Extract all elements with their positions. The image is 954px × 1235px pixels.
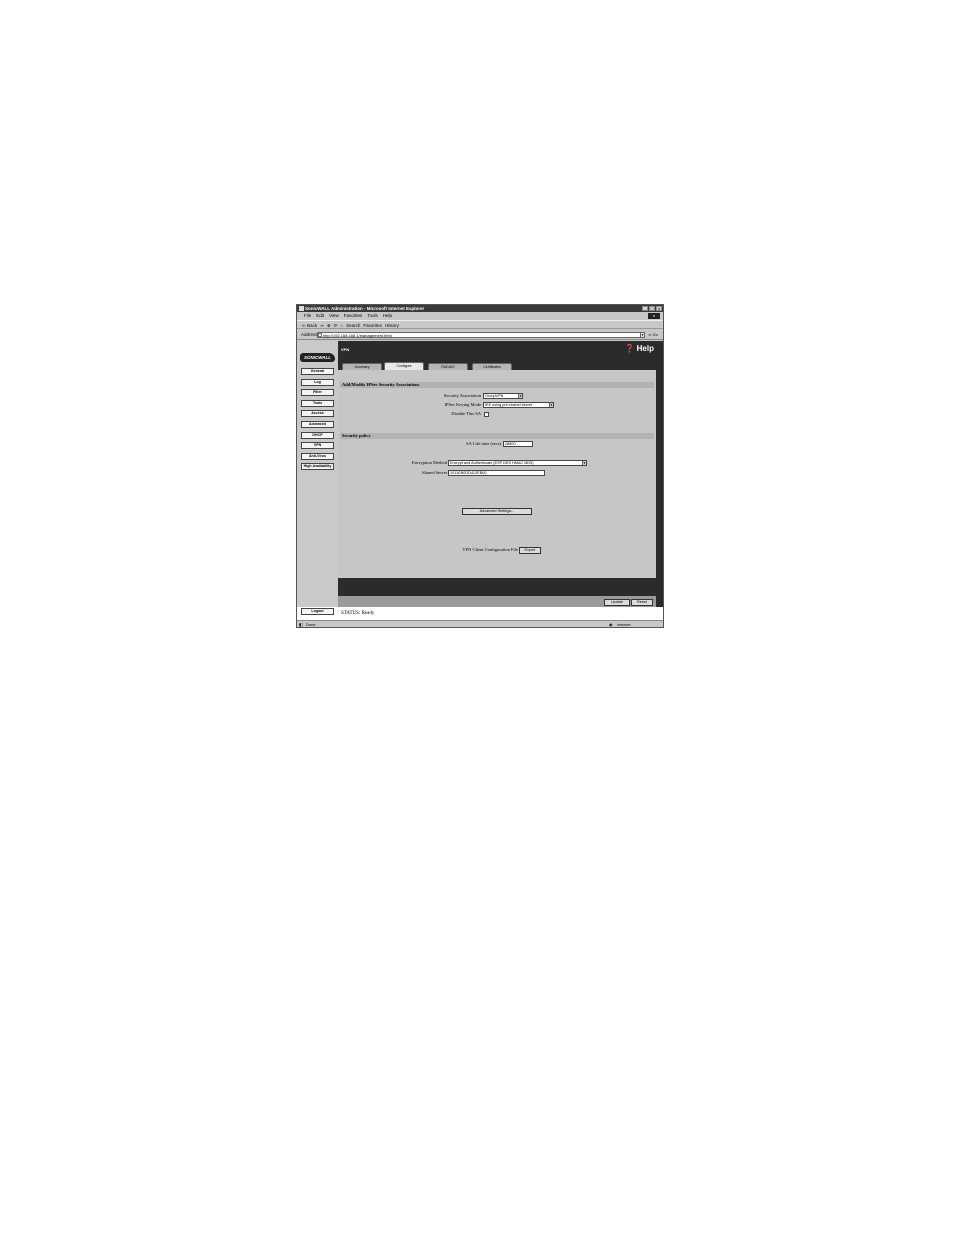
lifetime-label: SA Life time (secs)	[466, 441, 501, 446]
menu-view[interactable]: View	[329, 312, 339, 319]
disable-sa-checkbox[interactable]	[484, 412, 489, 417]
stop-icon[interactable]: ⊗	[327, 321, 331, 328]
address-input[interactable]: http://192.168.168.1/management.html	[317, 332, 645, 338]
sidebar-item-log[interactable]: Log	[301, 379, 334, 386]
close-button[interactable]: ×	[656, 306, 662, 311]
shared-secret-input[interactable]: 1011EB0DD412EB00	[448, 470, 545, 476]
chevron-down-icon: ▼	[582, 461, 586, 465]
minimize-button[interactable]: _	[642, 306, 648, 311]
maximize-button[interactable]: □	[649, 306, 655, 311]
page-icon	[318, 333, 322, 337]
address-url: http://192.168.168.1/management.html	[323, 333, 392, 338]
menu-file[interactable]: File	[304, 312, 311, 319]
sidebar-item-advanced[interactable]: Advanced	[301, 421, 334, 428]
browser-window: SonicWALL Administration - Microsoft Int…	[296, 304, 664, 628]
update-button[interactable]: Update	[604, 599, 630, 606]
home-icon[interactable]: ⌂	[340, 321, 343, 328]
window-controls: _ □ ×	[642, 306, 662, 311]
window-title: SonicWALL Administration - Microsoft Int…	[305, 306, 425, 311]
search-button[interactable]: Search	[346, 321, 360, 328]
done-icon: ◧	[299, 622, 303, 627]
security-association-value: GroupVPN	[485, 394, 504, 398]
status-text: STATUS: Ready	[341, 611, 375, 616]
export-button[interactable]: Export	[519, 547, 541, 554]
sidebar: SONICWALL General Log Filter Tools Acces…	[297, 341, 338, 620]
refresh-icon[interactable]: ⟳	[334, 321, 338, 328]
sidebar-item-vpn[interactable]: VPN	[301, 442, 334, 449]
encryption-method-select[interactable]: Encrypt and Authenticate (ESP DES HMAC M…	[448, 460, 587, 466]
sidebar-item-anti-virus[interactable]: Anti-Virus	[301, 453, 334, 460]
security-association-select[interactable]: GroupVPN ▼	[483, 393, 523, 399]
chevron-down-icon: ▼	[549, 403, 553, 407]
go-label: Go	[652, 332, 658, 337]
help-link[interactable]: ❓ Help	[624, 344, 654, 353]
tab-radius[interactable]: RADIUS	[428, 363, 468, 370]
policy-section-header: Security policy	[340, 433, 654, 439]
chevron-down-icon: ▼	[518, 394, 522, 398]
forward-button[interactable]: ⇒	[320, 321, 324, 328]
encryption-method-label: Encryption Method	[411, 460, 447, 465]
address-bar: Address http://192.168.168.1/management.…	[297, 330, 663, 340]
keying-mode-select[interactable]: IKE using pre-shared secret ▼	[483, 402, 554, 408]
sidebar-item-dhcp[interactable]: DHCP	[301, 432, 334, 439]
ie-app-icon	[299, 306, 304, 311]
menu-bar: File Edit View Favorites Tools Help	[297, 312, 663, 319]
client-config-label: VPN Client Configuration File	[462, 547, 518, 552]
help-label: Help	[636, 344, 654, 353]
back-button[interactable]: ⇐ Back	[302, 321, 317, 328]
security-association-label: Security Association	[443, 393, 481, 398]
sonicwall-logo: SONICWALL	[300, 353, 335, 362]
page-title: VPN	[341, 347, 350, 352]
keying-mode-label: IPSec Keying Mode	[444, 402, 482, 407]
disable-sa-label: Disable This SA	[451, 411, 481, 416]
menu-edit[interactable]: Edit	[316, 312, 324, 319]
configure-panel: Add/Modify IPSec Security Associations S…	[338, 370, 656, 608]
zone-label: Internet	[617, 622, 631, 627]
sidebar-item-tools[interactable]: Tools	[301, 400, 334, 407]
tab-summary[interactable]: Summary	[342, 363, 382, 370]
browser-toolbar: ⇐ Back ⇒ ⊗ ⟳ ⌂ Search Favorites History	[297, 320, 663, 329]
browser-status-bar: ◧ Done ◉ Internet	[297, 620, 663, 627]
sa-section-header: Add/Modify IPSec Security Associations	[340, 382, 654, 388]
history-button[interactable]: History	[385, 321, 399, 328]
encryption-method-value: Encrypt and Authenticate (ESP DES HMAC M…	[450, 461, 534, 465]
sidebar-item-general[interactable]: General	[301, 368, 334, 375]
menu-help[interactable]: Help	[383, 312, 392, 319]
page-content: SONICWALL General Log Filter Tools Acces…	[297, 341, 663, 620]
reset-button[interactable]: Reset	[631, 599, 653, 606]
menu-tools[interactable]: Tools	[367, 312, 378, 319]
address-label: Address	[301, 332, 318, 337]
internet-zone-icon: ◉	[609, 622, 613, 627]
title-bar: SonicWALL Administration - Microsoft Int…	[297, 305, 663, 312]
address-dropdown-icon[interactable]: ▼	[640, 332, 645, 338]
logout-button[interactable]: Logout	[301, 608, 334, 615]
tab-configure[interactable]: Configure	[384, 362, 424, 370]
tab-certificates[interactable]: Certificates	[472, 363, 512, 370]
browser-status-text: Done	[306, 622, 316, 627]
keying-mode-value: IKE using pre-shared secret	[485, 403, 533, 407]
shared-secret-label: Shared Secret	[422, 470, 447, 475]
advanced-settings-button[interactable]: Advanced Settings...	[462, 508, 532, 515]
menu-favorites[interactable]: Favorites	[344, 312, 363, 319]
sidebar-item-filter[interactable]: Filter	[301, 389, 334, 396]
ie-logo-icon: e	[648, 313, 660, 319]
sidebar-item-access[interactable]: Access	[301, 410, 334, 417]
favorites-button[interactable]: Favorites	[363, 321, 382, 328]
main-area: VPN ❓ Help Summary Configure RADIUS Cert…	[338, 341, 663, 620]
go-button[interactable]: ⇒ Go	[648, 330, 658, 340]
sidebar-item-high-availability[interactable]: High Availability	[301, 463, 334, 470]
lifetime-input[interactable]: 28800	[503, 441, 533, 447]
